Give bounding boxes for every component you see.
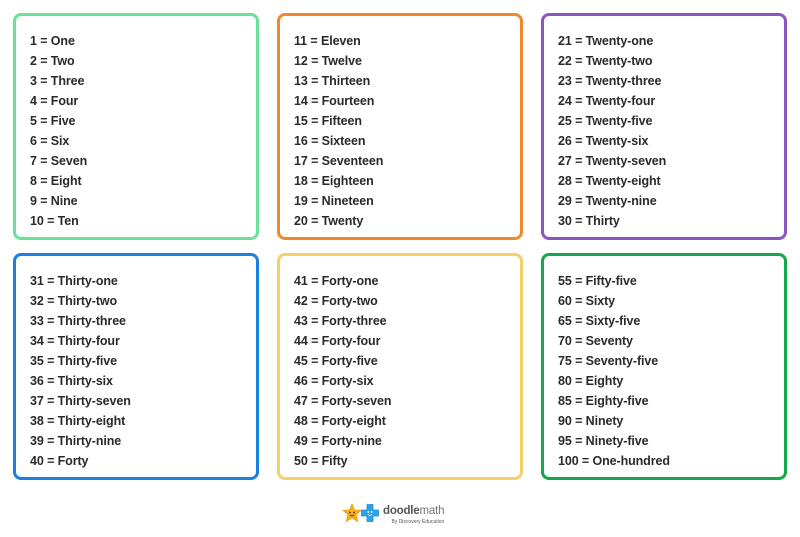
brand-name: doodlemath xyxy=(383,505,444,518)
number-word-item: 14 = Fourteen xyxy=(294,94,375,108)
number-list: 1 = One 2 = Two 3 = Three 4 = Four 5 = Five 6… xyxy=(30,31,256,231)
brand-name-bold: doodle xyxy=(383,505,420,517)
number-word-item: 70 = Seventy xyxy=(558,334,633,348)
number-word-item: 12 = Twelve xyxy=(294,54,362,68)
number-word-item: 50 = Fifty xyxy=(294,454,348,468)
number-word-item: 24 = Twenty-four xyxy=(558,94,656,108)
number-word-item: 22 = Twenty-two xyxy=(558,54,653,68)
number-word-item: 1 = One xyxy=(30,34,75,48)
number-word-item: 29 = Twenty-nine xyxy=(558,194,657,208)
number-card-1-10: 1 = One 2 = Two 3 = Three 4 = Four 5 = Five 6… xyxy=(13,13,259,240)
number-word-item: 85 = Eighty-five xyxy=(558,394,649,408)
number-word-item: 37 = Thirty-seven xyxy=(30,394,131,408)
number-card-31-40: 31 = Thirty-one 32 = Thirty-two 33 = Thirt… xyxy=(13,253,259,480)
doodlemath-logo: doodlemath By Discovery Education xyxy=(342,503,462,527)
number-word-item: 47 = Forty-seven xyxy=(294,394,392,408)
number-word-item: 27 = Twenty-seven xyxy=(558,154,667,168)
number-word-item: 65 = Sixty-five xyxy=(558,314,641,328)
number-word-item: 19 = Nineteen xyxy=(294,194,374,208)
number-word-item: 25 = Twenty-five xyxy=(558,114,653,128)
number-word-item: 75 = Seventy-five xyxy=(558,354,659,368)
number-word-item: 46 = Forty-six xyxy=(294,374,374,388)
number-word-item: 42 = Forty-two xyxy=(294,294,378,308)
number-word-item: 7 = Seven xyxy=(30,154,88,168)
number-word-item: 45 = Forty-five xyxy=(294,354,378,368)
number-word-item: 36 = Thirty-six xyxy=(30,374,113,388)
plus-mascot-icon xyxy=(361,504,379,522)
brand-name-light: math xyxy=(419,505,445,517)
number-word-item: 60 = Sixty xyxy=(558,294,616,308)
number-word-item: 55 = Fifty-five xyxy=(558,274,637,288)
number-word-item: 43 = Forty-three xyxy=(294,314,387,328)
number-list: 41 = Forty-one 42 = Forty-two 43 = Forty-t… xyxy=(294,271,520,471)
number-card-11-20: 11 = Eleven 12 = Twelve 13 = Thirteen 14 = … xyxy=(277,13,523,240)
number-word-item: 100 = One-hundred xyxy=(558,454,670,468)
number-card-21-30: 21 = Twenty-one 22 = Twenty-two 23 = Twent… xyxy=(541,13,787,240)
number-word-item: 2 = Two xyxy=(30,54,75,68)
number-word-item: 17 = Seventeen xyxy=(294,154,384,168)
number-word-item: 34 = Thirty-four xyxy=(30,334,120,348)
number-word-item: 80 = Eighty xyxy=(558,374,624,388)
number-word-item: 21 = Twenty-one xyxy=(558,34,654,48)
number-list: 31 = Thirty-one 32 = Thirty-two 33 = Thirt… xyxy=(30,271,256,471)
number-word-item: 18 = Eighteen xyxy=(294,174,374,188)
number-word-item: 40 = Forty xyxy=(30,454,89,468)
number-word-item: 11 = Eleven xyxy=(294,34,361,48)
number-word-item: 6 = Six xyxy=(30,134,70,148)
number-word-item: 35 = Thirty-five xyxy=(30,354,117,368)
number-word-item: 33 = Thirty-three xyxy=(30,314,126,328)
number-word-item: 95 = Ninety-five xyxy=(558,434,649,448)
star-mascot-icon xyxy=(342,503,362,522)
number-word-item: 15 = Fifteen xyxy=(294,114,362,128)
number-word-item: 5 = Five xyxy=(30,114,76,128)
number-word-item: 38 = Thirty-eight xyxy=(30,414,126,428)
number-list: 11 = Eleven 12 = Twelve 13 = Thirteen 14 = … xyxy=(294,31,520,231)
number-word-item: 26 = Twenty-six xyxy=(558,134,649,148)
number-word-item: 4 = Four xyxy=(30,94,79,108)
number-word-item: 49 = Forty-nine xyxy=(294,434,382,448)
number-word-item: 10 = Ten xyxy=(30,214,79,228)
number-word-item: 48 = Forty-eight xyxy=(294,414,386,428)
brand-text: doodlemath By Discovery Education xyxy=(383,503,444,527)
number-word-item: 8 = Eight xyxy=(30,174,82,188)
brand-tagline: By Discovery Education xyxy=(391,519,445,525)
number-word-item: 28 = Twenty-eight xyxy=(558,174,661,188)
number-word-item: 3 = Three xyxy=(30,74,85,88)
number-word-item: 90 = Ninety xyxy=(558,414,624,428)
number-word-item: 9 = Nine xyxy=(30,194,78,208)
number-word-item: 13 = Thirteen xyxy=(294,74,371,88)
number-word-item: 39 = Thirty-nine xyxy=(30,434,122,448)
number-card-41-50: 41 = Forty-one 42 = Forty-two 43 = Forty-t… xyxy=(277,253,523,480)
number-word-item: 30 = Thirty xyxy=(558,214,620,228)
number-word-item: 31 = Thirty-one xyxy=(30,274,118,288)
number-word-item: 20 = Twenty xyxy=(294,214,364,228)
number-list: 55 = Fifty-five 60 = Sixty 65 = Sixty-five… xyxy=(558,271,784,471)
number-word-item: 32 = Thirty-two xyxy=(30,294,118,308)
number-word-item: 23 = Twenty-three xyxy=(558,74,662,88)
number-card-55-100: 55 = Fifty-five 60 = Sixty 65 = Sixty-five… xyxy=(541,253,787,480)
number-word-item: 44 = Forty-four xyxy=(294,334,381,348)
number-word-item: 41 = Forty-one xyxy=(294,274,379,288)
number-list: 21 = Twenty-one 22 = Twenty-two 23 = Twent… xyxy=(558,31,784,231)
number-word-item: 16 = Sixteen xyxy=(294,134,366,148)
